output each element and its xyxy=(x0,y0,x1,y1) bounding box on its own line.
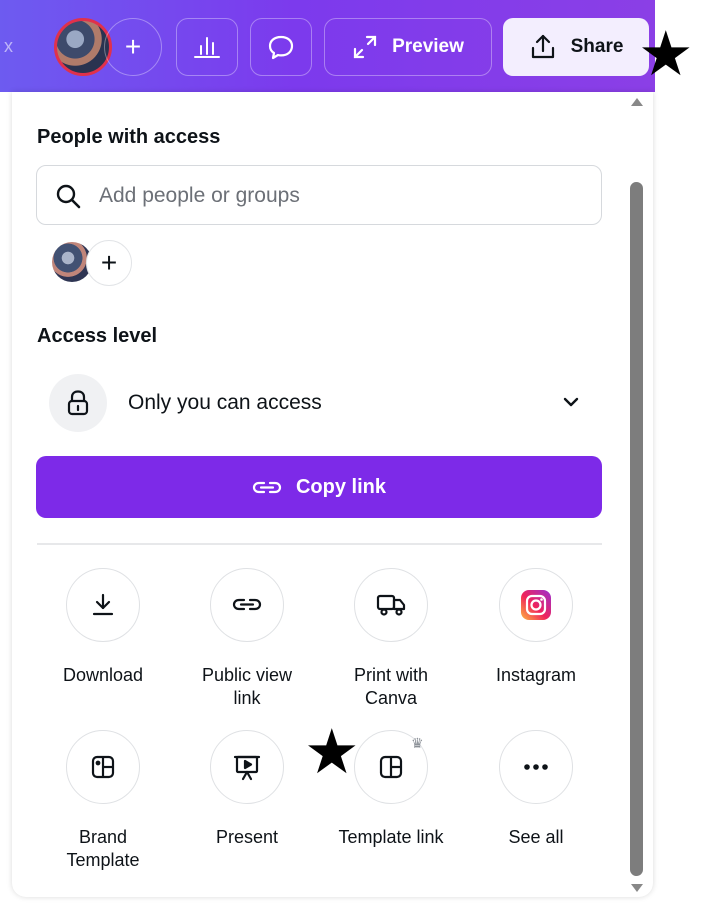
lock-icon xyxy=(49,374,107,432)
brand-template-icon xyxy=(66,730,140,804)
scroll-down-arrow-icon[interactable] xyxy=(631,884,643,892)
star-marker-icon: ★ xyxy=(638,20,694,89)
option-instagram[interactable]: Instagram xyxy=(476,568,596,687)
option-label: Present xyxy=(215,827,279,847)
option-label: Download xyxy=(62,665,144,685)
present-icon xyxy=(210,730,284,804)
close-icon[interactable]: x xyxy=(4,36,13,57)
crown-icon: ♛ xyxy=(411,735,424,751)
chevron-down-icon xyxy=(563,397,579,407)
search-icon xyxy=(56,184,81,209)
preview-button[interactable]: Preview xyxy=(324,18,492,76)
editor-toolbar: x + Preview Share xyxy=(0,0,655,92)
add-collaborator-button[interactable]: + xyxy=(104,18,162,76)
add-person-button[interactable]: + xyxy=(86,240,132,286)
truck-icon xyxy=(354,568,428,642)
option-label: See all xyxy=(508,827,564,847)
search-input[interactable] xyxy=(97,180,581,212)
option-brand-template[interactable]: Brand Template xyxy=(43,730,163,872)
share-label: Share xyxy=(570,36,624,57)
link-icon xyxy=(210,568,284,642)
access-level-value: Only you can access xyxy=(128,391,322,414)
more-icon xyxy=(499,730,573,804)
option-template-link[interactable]: Template link xyxy=(331,730,451,849)
copy-link-label: Copy link xyxy=(295,475,386,498)
option-label: Instagram xyxy=(495,665,577,685)
share-button[interactable]: Share xyxy=(503,18,649,76)
share-upload-icon xyxy=(531,34,554,59)
plus-icon: + xyxy=(100,247,118,278)
option-download[interactable]: Download xyxy=(43,568,163,687)
expand-icon xyxy=(353,35,377,59)
scrollbar-thumb[interactable] xyxy=(630,182,643,876)
option-print-with-canva[interactable]: Print with Canva xyxy=(331,568,451,710)
access-level-dropdown[interactable]: Only you can access xyxy=(36,372,602,434)
comment-button[interactable] xyxy=(250,18,312,76)
insights-button[interactable] xyxy=(176,18,238,76)
preview-label: Preview xyxy=(392,36,464,57)
people-with-access-heading: People with access xyxy=(37,126,221,148)
link-icon xyxy=(252,481,282,494)
option-see-all[interactable]: See all xyxy=(476,730,596,849)
add-people-search[interactable] xyxy=(36,165,602,225)
divider xyxy=(37,543,602,545)
option-present[interactable]: Present xyxy=(187,730,307,849)
access-level-heading: Access level xyxy=(37,325,158,347)
instagram-icon xyxy=(499,568,573,642)
bar-chart-icon xyxy=(194,37,220,58)
download-icon xyxy=(66,568,140,642)
scroll-up-arrow-icon[interactable] xyxy=(631,98,643,106)
option-label: Brand Template xyxy=(66,827,140,870)
option-label: Public view link xyxy=(201,665,293,708)
plus-icon: + xyxy=(124,31,142,62)
comment-icon xyxy=(268,35,294,60)
option-label: Print with Canva xyxy=(353,665,429,708)
option-label: Template link xyxy=(338,827,444,847)
option-public-view-link[interactable]: Public view link xyxy=(187,568,307,710)
copy-link-button[interactable]: Copy link xyxy=(36,456,602,518)
